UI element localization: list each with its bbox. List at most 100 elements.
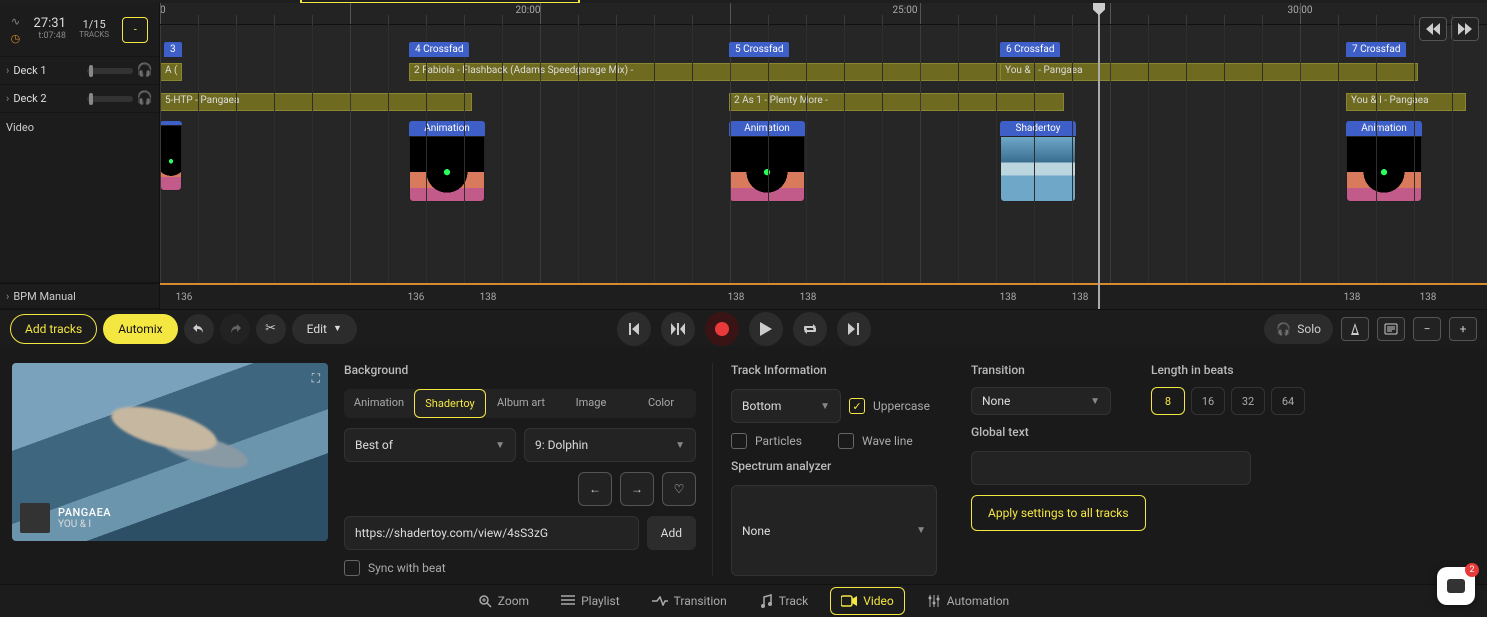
background-tab-image[interactable]: Image — [556, 389, 626, 418]
background-heading: Background — [344, 363, 696, 377]
video-preview[interactable]: ⛶ PANGAEA YOU & I — [12, 363, 328, 541]
deck-2-volume[interactable] — [87, 96, 133, 102]
chevron-down-icon: ▼ — [495, 440, 505, 451]
crossfade-marker[interactable]: 3 — [164, 42, 182, 57]
chevron-right-icon[interactable]: › — [6, 92, 9, 105]
shader-url-input[interactable]: https://shadertoy.com/view/4sS3zG — [344, 516, 639, 550]
favorite-button[interactable]: ♡ — [662, 472, 696, 506]
waveline-checkbox[interactable]: Wave line — [838, 433, 937, 449]
tracks-canvas[interactable]: 0020:0025:0030:00 A (2 Fabiola - Flashba… — [160, 3, 1487, 309]
metronome-button[interactable] — [1341, 317, 1369, 341]
add-tracks-button[interactable]: Add tracks — [10, 314, 97, 344]
timeline: ∿ ◷ 27:31 t:07:48 1/15 TRACKS - › Deck 1… — [0, 3, 1487, 309]
video-clip[interactable]: Animation — [409, 121, 485, 202]
project-time: 27:31 t:07:48 — [34, 18, 66, 42]
global-text-input[interactable] — [971, 451, 1251, 485]
track-info-position-select[interactable]: Bottom▼ — [731, 389, 841, 423]
audio-clip[interactable]: A ( — [160, 63, 182, 81]
beat-option-16[interactable]: 16 — [1191, 387, 1225, 415]
chevron-right-icon[interactable]: › — [6, 290, 9, 303]
transition-select[interactable]: None▼ — [971, 387, 1111, 415]
transition-icon — [652, 596, 668, 606]
solo-button[interactable]: 🎧 Solo — [1264, 314, 1333, 344]
beat-option-64[interactable]: 64 — [1271, 387, 1305, 415]
add-button[interactable]: + — [1449, 317, 1477, 341]
album-art-thumb — [20, 503, 50, 533]
spectrum-select[interactable]: None▼ — [731, 485, 937, 576]
footer-tab-track[interactable]: Track — [749, 588, 818, 614]
background-tab-color[interactable]: Color — [626, 389, 696, 418]
footer-tab-automation[interactable]: Automation — [917, 588, 1019, 614]
particles-checkbox[interactable]: Particles — [731, 433, 830, 449]
bpm-value: 136 — [176, 292, 193, 303]
deck-1-header[interactable]: › Deck 1 🎧 — [0, 57, 159, 85]
playlist-icon — [561, 595, 575, 607]
tracks-counter: 1/15 TRACKS — [79, 20, 109, 40]
chevron-down-icon: ▼ — [820, 401, 830, 412]
video-clip[interactable]: Animation — [1346, 121, 1422, 202]
chevron-right-icon[interactable]: › — [6, 64, 9, 77]
bpm-value: 138 — [1344, 292, 1361, 303]
spectrum-heading: Spectrum analyzer — [731, 459, 937, 473]
video-clip[interactable]: Animation — [729, 121, 805, 202]
skip-to-playhead-button[interactable] — [661, 312, 695, 346]
footer-tab-transition[interactable]: Transition — [642, 588, 737, 614]
bpm-header[interactable]: › BPM Manual — [0, 283, 159, 309]
background-tab-animation[interactable]: Animation — [344, 389, 414, 418]
record-button[interactable] — [705, 312, 739, 346]
collapse-button[interactable]: - — [122, 17, 148, 43]
skip-start-button[interactable] — [617, 312, 651, 346]
headphone-icon[interactable]: 🎧 — [137, 63, 153, 78]
undo-button[interactable] — [184, 314, 214, 344]
shader-category-select[interactable]: Best of▼ — [344, 428, 516, 462]
headphone-icon[interactable]: 🎧 — [137, 91, 153, 106]
minimize-button[interactable]: − — [1413, 317, 1441, 341]
headphone-icon: 🎧 — [1276, 322, 1291, 336]
bpm-value: 138 — [800, 292, 817, 303]
footer-tab-video[interactable]: Video — [830, 587, 905, 615]
beat-option-32[interactable]: 32 — [1231, 387, 1265, 415]
notes-button[interactable] — [1377, 317, 1405, 341]
beat-option-8[interactable]: 8 — [1151, 387, 1185, 415]
deck-1-volume[interactable] — [87, 68, 133, 74]
bpm-value: 138 — [1420, 292, 1437, 303]
cut-button[interactable]: ✂ — [256, 314, 286, 344]
background-tab-album-art[interactable]: Album art — [486, 389, 556, 418]
time-ruler[interactable]: 0020:0025:0030:00 — [160, 3, 1487, 25]
sync-with-beat-checkbox[interactable]: Sync with beat — [344, 560, 696, 576]
prev-preset-button[interactable]: ← — [578, 472, 612, 506]
footer-tab-playlist[interactable]: Playlist — [551, 588, 630, 614]
clock-icon: ◷ — [11, 32, 21, 45]
video-clip[interactable] — [160, 121, 182, 191]
bpm-value: 138 — [1000, 292, 1017, 303]
audio-clip[interactable]: 2 As 1 - Plenty More - — [729, 93, 1064, 111]
shader-preset-select[interactable]: 9: Dolphin▼ — [524, 428, 696, 462]
expand-icon[interactable]: ⛶ — [312, 371, 320, 386]
rewind-button[interactable] — [1419, 17, 1447, 41]
next-preset-button[interactable]: → — [620, 472, 654, 506]
footer-tab-zoom[interactable]: Zoom — [468, 588, 539, 614]
audio-clip[interactable]: You & I - Pangaea — [1000, 63, 1418, 81]
background-tab-shadertoy[interactable]: Shadertoy — [414, 389, 486, 418]
chevron-down-icon: ▼ — [1090, 396, 1100, 407]
chat-widget[interactable]: 2 — [1437, 567, 1475, 605]
crossfade-marker[interactable]: 6 Crossfad — [1000, 42, 1060, 57]
loop-button[interactable] — [793, 312, 827, 346]
add-shader-button[interactable]: Add — [647, 516, 696, 550]
uppercase-checkbox[interactable]: Uppercase — [849, 398, 930, 414]
automix-button[interactable]: Automix — [103, 314, 177, 344]
edit-menu[interactable]: Edit ▼ — [292, 314, 357, 344]
crossfade-marker[interactable]: 5 Crossfad — [729, 42, 789, 57]
crossfade-marker[interactable]: 4 Crossfad — [409, 42, 469, 57]
video-clip[interactable]: Shadertoy — [1000, 121, 1076, 202]
audio-clip[interactable]: You & I - Pangaea — [1346, 93, 1466, 111]
background-tabs: AnimationShadertoyAlbum artImageColor — [344, 389, 696, 418]
fast-forward-button[interactable] — [1451, 17, 1479, 41]
playhead[interactable] — [1098, 3, 1100, 309]
deck-2-header[interactable]: › Deck 2 🎧 — [0, 85, 159, 113]
skip-end-button[interactable] — [837, 312, 871, 346]
play-button[interactable] — [749, 312, 783, 346]
apply-settings-button[interactable]: Apply settings to all tracks — [971, 495, 1146, 531]
redo-button[interactable] — [220, 314, 250, 344]
crossfade-marker[interactable]: 7 Crossfad — [1346, 42, 1406, 57]
